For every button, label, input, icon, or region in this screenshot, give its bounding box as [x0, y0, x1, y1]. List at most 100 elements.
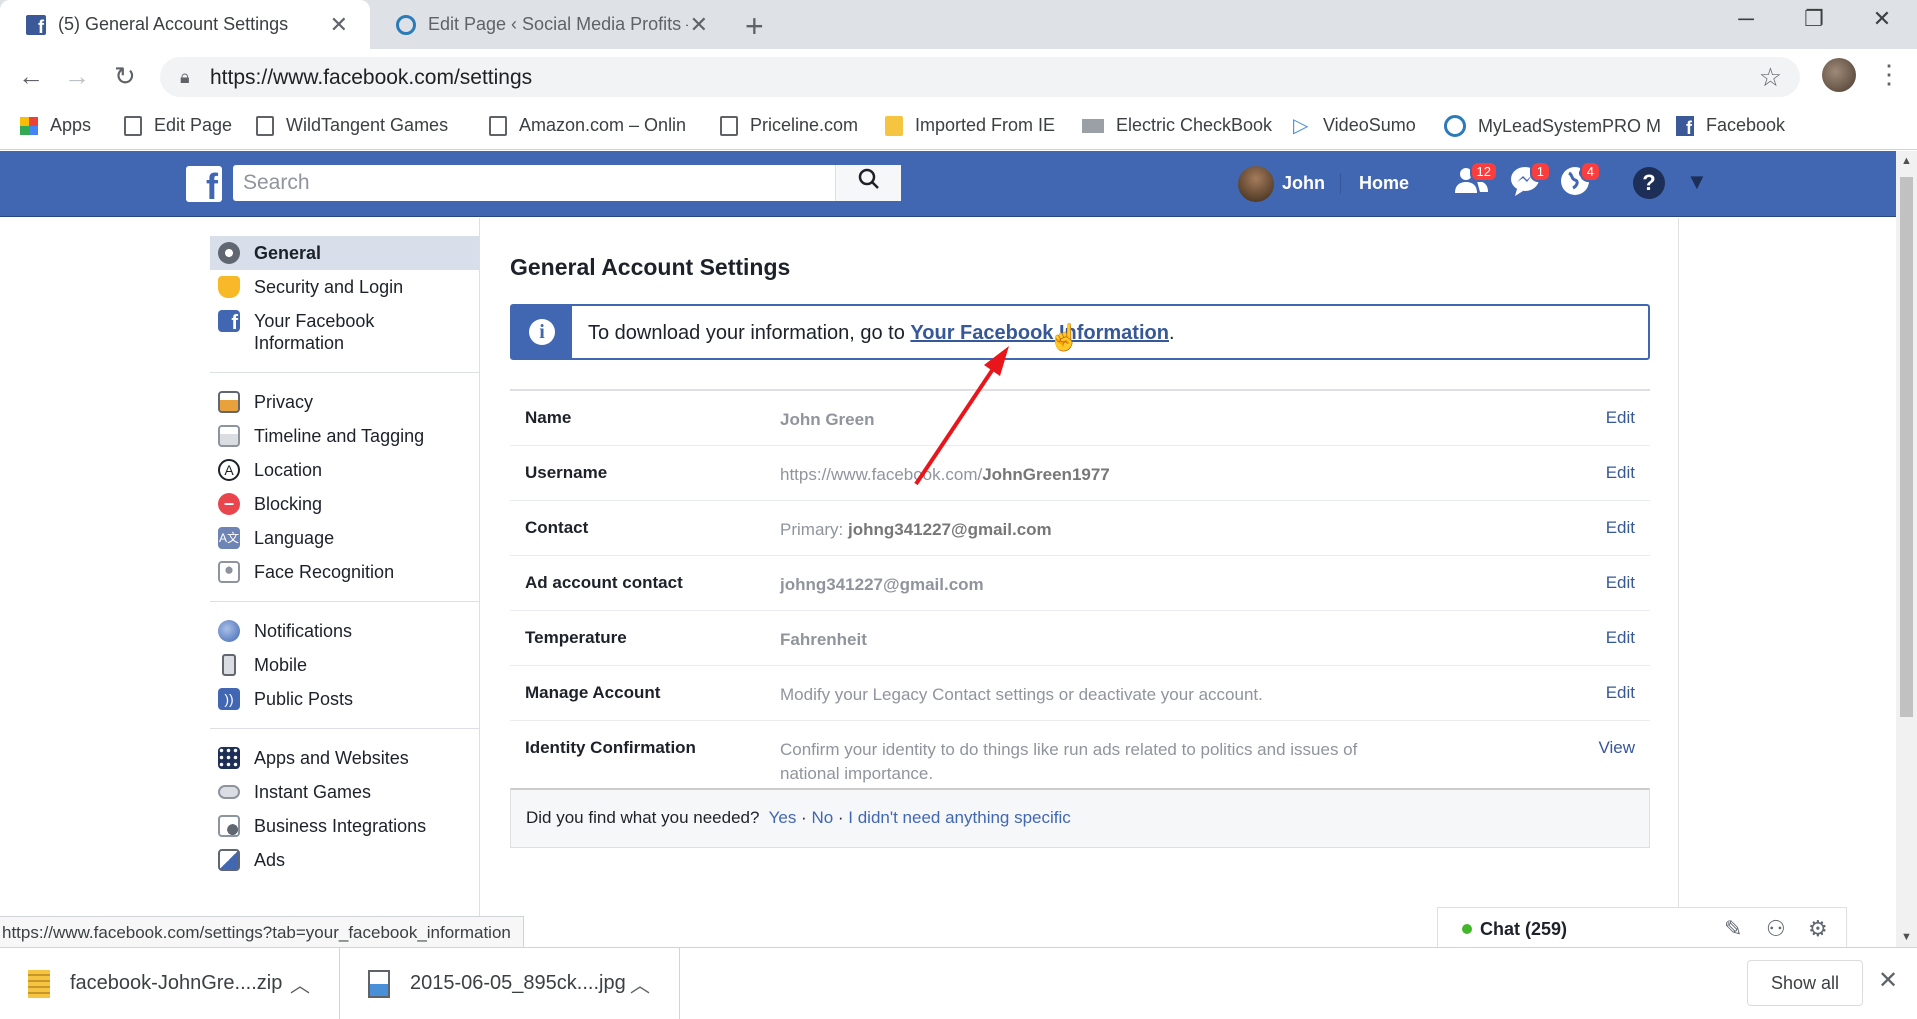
- back-arrow-icon[interactable]: ←: [18, 61, 44, 92]
- sidebar-item-notifications[interactable]: Notifications: [210, 614, 480, 648]
- sidebar-item-general[interactable]: General: [210, 236, 480, 270]
- sidebar-item-privacy[interactable]: Privacy: [210, 385, 480, 419]
- page-icon: [720, 115, 738, 136]
- view-button[interactable]: View: [1598, 738, 1635, 758]
- table-row[interactable]: Ad account contact johng341227@gmail.com…: [510, 556, 1650, 611]
- edit-button[interactable]: Edit: [1606, 628, 1635, 648]
- close-icon[interactable]: ✕: [330, 12, 348, 38]
- download-item[interactable]: 2015-06-05_895ck....jpg ︿: [340, 948, 680, 1019]
- menu-kebab-icon[interactable]: ⋮: [1876, 59, 1902, 90]
- sidebar-item-public-posts[interactable]: )) Public Posts: [210, 682, 480, 716]
- scrollbar-thumb[interactable]: [1900, 177, 1913, 717]
- sidebar-item-instant-games[interactable]: Instant Games: [210, 775, 480, 809]
- bookmark-facebook[interactable]: f Facebook: [1676, 115, 1785, 136]
- ads-icon: [218, 849, 240, 871]
- page-icon: [256, 115, 274, 136]
- chevron-down-icon[interactable]: ▼: [1686, 169, 1708, 195]
- help-icon[interactable]: ?: [1633, 167, 1665, 199]
- profile-avatar[interactable]: [1822, 58, 1856, 92]
- sidebar-item-blocking[interactable]: – Blocking: [210, 487, 480, 521]
- setting-label: Name: [525, 408, 572, 427]
- url-text[interactable]: https://www.facebook.com/settings: [210, 66, 532, 90]
- edit-button[interactable]: Edit: [1606, 518, 1635, 538]
- table-row[interactable]: Contact Primary: johng341227@gmail.com E…: [510, 501, 1650, 556]
- scroll-up-icon[interactable]: ▲: [1901, 155, 1912, 167]
- home-link[interactable]: Home: [1340, 173, 1409, 194]
- download-item[interactable]: facebook-JohnGre....zip ︿: [0, 948, 340, 1019]
- bookmark-wildtangent[interactable]: WildTangent Games: [256, 115, 448, 136]
- scroll-down-icon[interactable]: ▼: [1901, 931, 1912, 943]
- bookmark-amazon[interactable]: Amazon.com – Onlin: [489, 115, 686, 136]
- sidebar-item-timeline[interactable]: Timeline and Tagging: [210, 419, 480, 453]
- sidebar-item-your-facebook-information[interactable]: f Your Facebook Information: [210, 304, 480, 360]
- shield-icon: [218, 276, 240, 298]
- sidebar-item-mobile[interactable]: Mobile: [210, 648, 480, 682]
- language-icon: A文: [218, 527, 240, 549]
- bookmark-priceline[interactable]: Priceline.com: [720, 115, 858, 136]
- reload-icon[interactable]: ↻: [114, 61, 136, 92]
- table-row[interactable]: Username https://www.facebook.com/JohnGr…: [510, 446, 1650, 501]
- sidebar-item-face-recognition[interactable]: Face Recognition: [210, 555, 480, 589]
- avatar[interactable]: [1238, 166, 1274, 202]
- table-row[interactable]: Temperature Fahrenheit Edit: [510, 611, 1650, 666]
- minimize-button[interactable]: ─: [1716, 6, 1776, 32]
- sidebar-item-business-integrations[interactable]: Business Integrations: [210, 809, 480, 843]
- sidebar-item-location[interactable]: A Location: [210, 453, 480, 487]
- new-tab-button[interactable]: +: [745, 8, 764, 45]
- bookmark-imported-from-ie[interactable]: Imported From IE: [885, 115, 1055, 136]
- chevron-up-icon[interactable]: ︿: [290, 969, 310, 998]
- friend-requests-badge: 12: [1469, 161, 1498, 182]
- table-row[interactable]: Identity Confirmation Confirm your ident…: [510, 721, 1650, 788]
- feedback-yes-link[interactable]: Yes: [769, 808, 797, 827]
- your-facebook-information-link[interactable]: Your Facebook Information: [910, 322, 1169, 344]
- feedback-no-link[interactable]: No: [811, 808, 833, 827]
- window-close-button[interactable]: ✕: [1852, 6, 1912, 32]
- edit-button[interactable]: Edit: [1606, 683, 1635, 703]
- show-all-button[interactable]: Show all: [1747, 960, 1863, 1006]
- vertical-scrollbar[interactable]: ▲ ▼: [1896, 151, 1917, 947]
- zip-file-icon: [28, 969, 50, 998]
- forward-arrow-icon[interactable]: →: [64, 61, 90, 92]
- edit-button[interactable]: Edit: [1606, 463, 1635, 483]
- tab-general-account-settings[interactable]: f (5) General Account Settings ✕: [0, 0, 370, 49]
- page-viewport: f John Home 12 1 4 ? ▼ General: [0, 151, 1896, 947]
- search-input[interactable]: [233, 165, 833, 201]
- sidebar-item-security[interactable]: Security and Login: [210, 270, 480, 304]
- close-icon[interactable]: ✕: [690, 12, 708, 38]
- sidebar-item-language[interactable]: A文 Language: [210, 521, 480, 555]
- bookmark-star-icon[interactable]: ☆: [1759, 62, 1782, 93]
- facebook-logo-icon[interactable]: f: [186, 166, 222, 202]
- feedback-other-link[interactable]: I didn't need anything specific: [848, 808, 1071, 827]
- gear-icon[interactable]: ⚙: [1808, 916, 1828, 942]
- setting-value: johng341227@gmail.com: [780, 575, 984, 594]
- sidebar-item-apps-and-websites[interactable]: Apps and Websites: [210, 741, 480, 775]
- address-bar[interactable]: 🔒︎ https://www.facebook.com/settings ☆: [160, 57, 1800, 97]
- chat-bar[interactable]: Chat (259) ✎ ⚇ ⚙: [1437, 907, 1847, 947]
- bookmark-electric-checkbook[interactable]: Electric CheckBook: [1082, 115, 1272, 136]
- friend-requests-icon[interactable]: 12: [1452, 161, 1498, 205]
- globe-icon[interactable]: 4: [1555, 161, 1601, 205]
- group-icon[interactable]: ⚇: [1766, 916, 1786, 942]
- profile-link[interactable]: John: [1282, 173, 1325, 194]
- chevron-up-icon[interactable]: ︿: [630, 969, 650, 998]
- tab-edit-page[interactable]: Edit Page ‹ Social Media Profits – ✕: [370, 0, 730, 49]
- table-row[interactable]: Name John Green Edit: [510, 391, 1650, 446]
- bookmark-edit-page[interactable]: Edit Page: [124, 115, 232, 136]
- compose-icon[interactable]: ✎: [1724, 916, 1742, 942]
- bookmark-videosumo[interactable]: ▷ VideoSumo: [1293, 115, 1416, 136]
- edit-button[interactable]: Edit: [1606, 573, 1635, 593]
- edit-button[interactable]: Edit: [1606, 408, 1635, 428]
- sidebar-section: Privacy Timeline and Tagging A Location …: [210, 385, 480, 602]
- restore-button[interactable]: ❐: [1784, 6, 1844, 32]
- search-box: [233, 165, 901, 201]
- blocking-icon: –: [218, 493, 240, 515]
- image-file-icon: [368, 969, 390, 998]
- search-icon[interactable]: [835, 165, 901, 201]
- messenger-icon[interactable]: 1: [1505, 161, 1551, 205]
- sidebar-item-ads[interactable]: Ads: [210, 843, 480, 877]
- table-row[interactable]: Manage Account Modify your Legacy Contac…: [510, 666, 1650, 721]
- settings-sidebar: General Security and Login f Your Facebo…: [210, 218, 480, 901]
- close-icon[interactable]: ✕: [1878, 966, 1898, 995]
- bookmark-myleadsystempro[interactable]: MyLeadSystemPRO M: [1444, 115, 1661, 137]
- bookmark-apps[interactable]: Apps: [20, 115, 91, 136]
